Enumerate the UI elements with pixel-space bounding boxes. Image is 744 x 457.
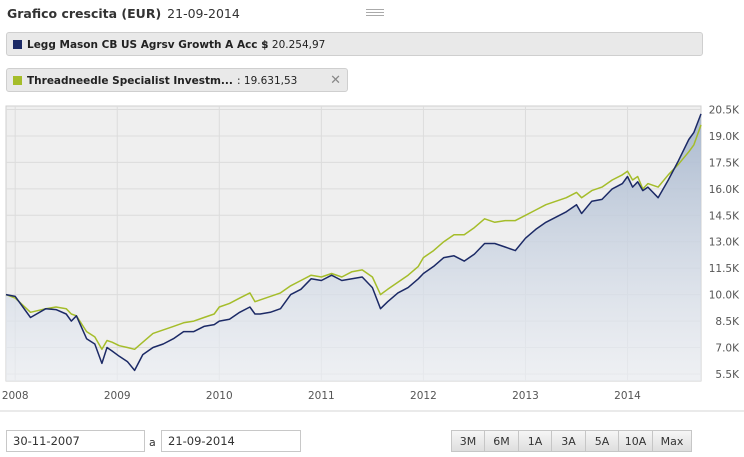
- x-tick-label: 2014: [614, 390, 641, 402]
- y-tick-label: 14.5K: [709, 210, 740, 222]
- y-tick-label: 13.0K: [709, 237, 740, 249]
- range-button-3m[interactable]: 3M: [451, 430, 485, 452]
- x-tick-label: 2009: [104, 390, 131, 402]
- y-tick-label: 19.0K: [709, 131, 740, 143]
- range-button-3a[interactable]: 3A: [551, 430, 586, 452]
- y-tick-label: 16.0K: [709, 184, 740, 196]
- y-tick-label: 5.5K: [715, 369, 740, 381]
- y-tick-label: 11.5K: [709, 263, 740, 275]
- y-tick-label: 8.5K: [715, 316, 740, 328]
- x-tick-label: 2010: [206, 390, 233, 402]
- range-button-1a[interactable]: 1A: [518, 430, 552, 452]
- range-selector: 3M 6M 1A 3A 5A 10A Max: [451, 430, 692, 452]
- to-date-input[interactable]: [161, 430, 301, 452]
- range-button-10a[interactable]: 10A: [618, 430, 653, 452]
- y-tick-label: 10.0K: [709, 290, 740, 302]
- y-tick-label: 17.5K: [709, 157, 740, 169]
- date-separator: a: [149, 436, 156, 449]
- from-date-input[interactable]: [6, 430, 145, 452]
- range-button-6m[interactable]: 6M: [484, 430, 519, 452]
- y-tick-label: 7.0K: [715, 343, 740, 355]
- y-tick-label: 20.5K: [709, 105, 740, 117]
- x-tick-label: 2012: [410, 390, 437, 402]
- x-tick-label: 2011: [308, 390, 335, 402]
- range-button-max[interactable]: Max: [652, 430, 692, 452]
- range-button-5a[interactable]: 5A: [585, 430, 619, 452]
- x-tick-label: 2013: [512, 390, 539, 402]
- x-tick-label: 2008: [2, 390, 29, 402]
- growth-chart: 5.5K 7.0K 8.5K 10.0K 11.5K 13.0K 14.5K 16.0K 17.…: [0, 105, 744, 412]
